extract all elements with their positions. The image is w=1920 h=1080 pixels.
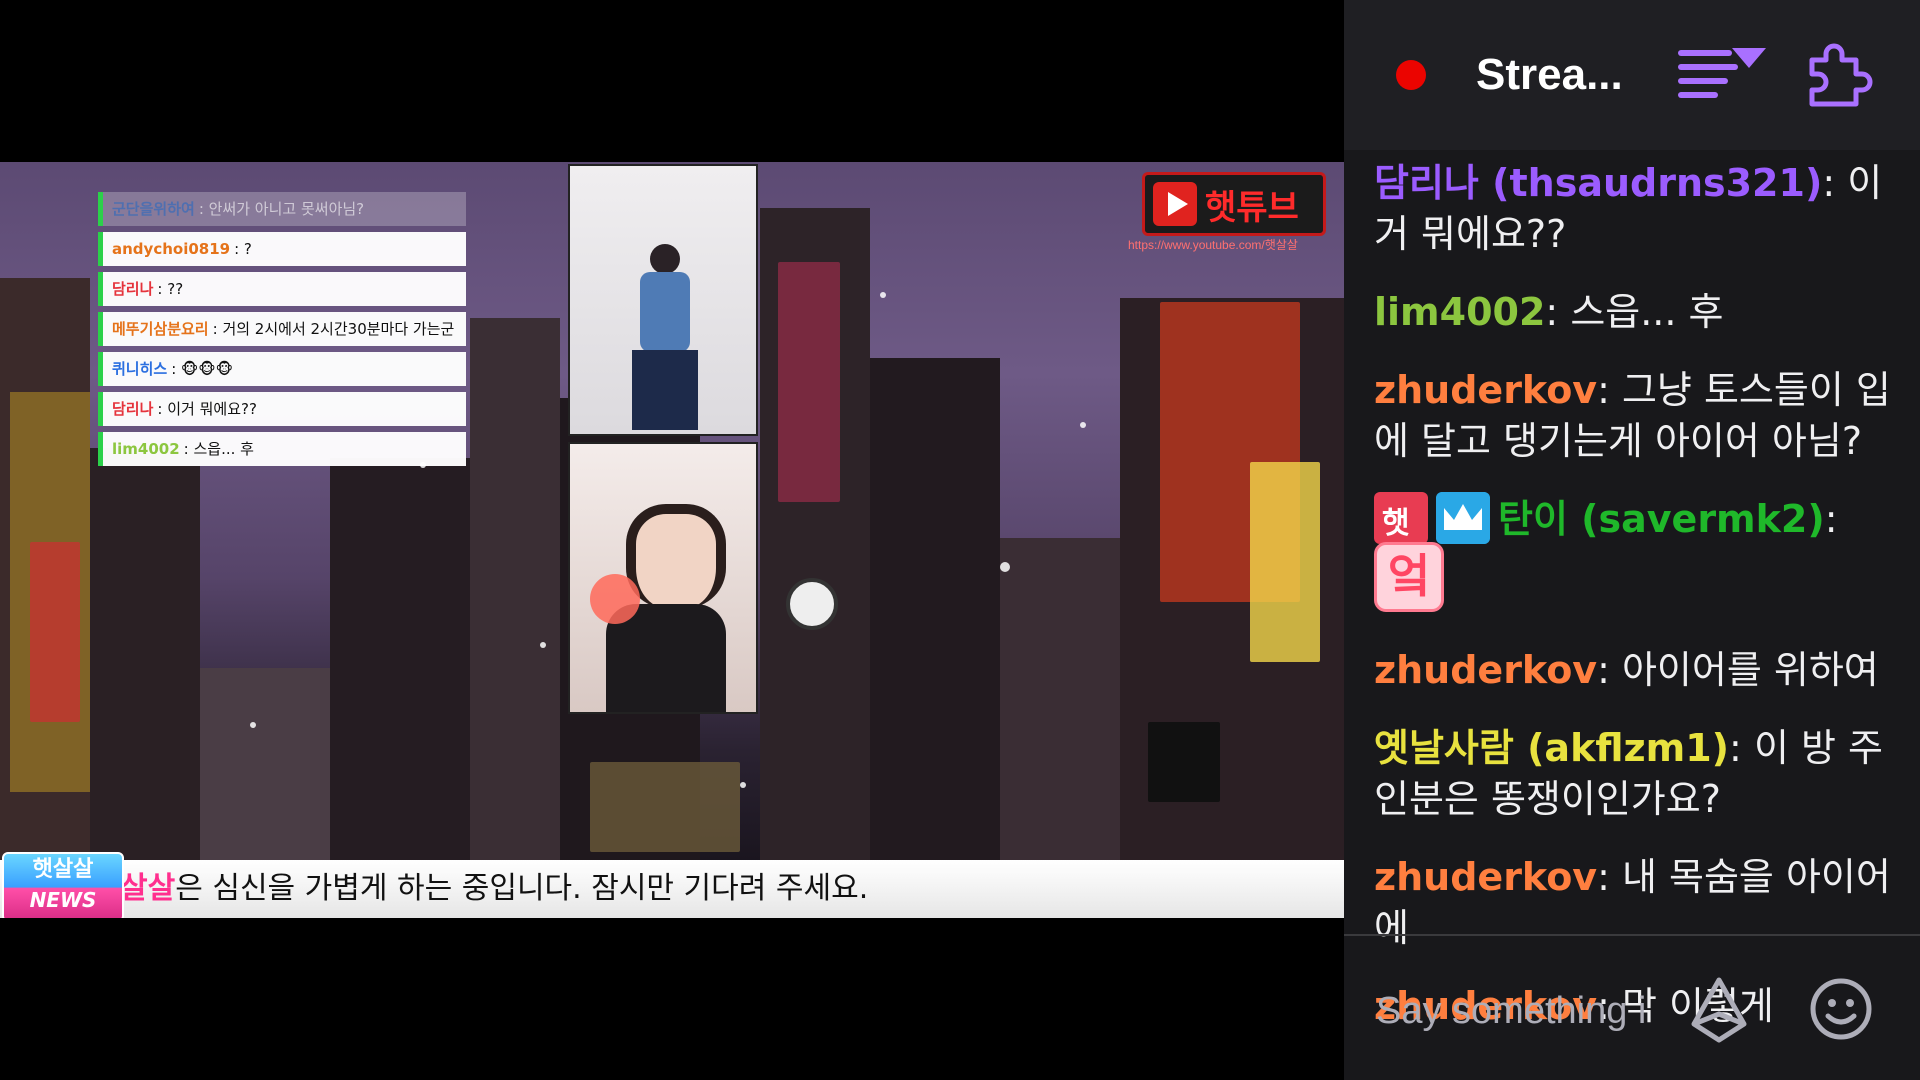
- chat-messages: 담리나 (thsaudrns321): 이거 뭐에요?? lim4002: 스읍…: [1374, 158, 1894, 1059]
- billboard: [30, 542, 80, 722]
- webcam-face-panel: [568, 442, 758, 714]
- ticker-text: 살살은 심신을 가볍게 하는 중입니다. 잠시만 기다려 주세요.: [120, 871, 869, 906]
- overlay-chat-row: 담리나: 이거 뭐에요??: [98, 392, 466, 426]
- chat-message: 탄이 (savermk2): 엌: [1374, 491, 1894, 618]
- live-dot-icon: [1396, 60, 1426, 90]
- chat-message: zhuderkov: 내 목숨을 아이어에: [1374, 854, 1891, 950]
- flower-effect: [590, 574, 640, 624]
- emote-icon[interactable]: 엌: [1374, 541, 1444, 612]
- overlay-chat-row: 담리나: ??: [98, 272, 466, 306]
- hattube-logo: 햇튜브: [1142, 172, 1326, 236]
- clock: [786, 578, 838, 630]
- crown-badge-icon[interactable]: [1436, 491, 1490, 544]
- webcam-dance-panel: [568, 164, 758, 436]
- extensions-puzzle-icon[interactable]: [1802, 40, 1874, 112]
- overlay-chat-row: andychoi0819: ?: [98, 232, 466, 266]
- snowflake: [250, 722, 256, 728]
- snowflake: [880, 292, 886, 298]
- stream-title[interactable]: Strea...: [1476, 50, 1623, 100]
- building: [470, 318, 560, 918]
- overlay-chat-row: lim4002: 스읍... 후: [98, 432, 466, 466]
- snowflake: [1080, 422, 1086, 428]
- snowflake: [540, 642, 546, 648]
- chat-message: lim4002: 스읍... 후: [1374, 290, 1724, 334]
- building: [330, 458, 470, 918]
- chat-message: 담리나 (thsaudrns321): 이거 뭐에요??: [1374, 161, 1883, 256]
- hat-subscriber-badge-icon[interactable]: [1374, 491, 1428, 549]
- snowflake: [740, 782, 746, 788]
- logo-url: https://www.youtube.com/햇살살: [1128, 238, 1298, 252]
- person-face: [626, 504, 726, 608]
- building: [870, 358, 1000, 918]
- play-logo-icon: [1153, 182, 1197, 226]
- chat-divider: [1344, 934, 1920, 936]
- chat-message: 옛날사람 (akflzm1): 이 방 주인분은 똥쟁이인가요?: [1374, 725, 1883, 821]
- chat-panel: Strea... 담리나 (thsaudrns321): 이거 뭐에요?? li…: [1344, 0, 1920, 1080]
- building: [90, 448, 200, 918]
- stream-overlay-chat: 군단을위하여: 안써가 아니고 못써아님? andychoi0819: ? 담리…: [98, 192, 466, 472]
- overlay-chat-row: 퀴니히스: 🐵🐵🐵: [98, 352, 466, 386]
- person-body: [640, 272, 690, 352]
- chat-message: zhuderkov: 아이어를 위하여: [1374, 647, 1879, 692]
- billboard: [778, 262, 840, 502]
- chat-sort-icon[interactable]: [1674, 44, 1778, 104]
- chat-input[interactable]: [1374, 978, 1718, 1044]
- billboard: [590, 762, 740, 852]
- overlay-chat-row: 군단을위하여: 안써가 아니고 못써아님?: [98, 192, 466, 226]
- news-badge: 햇살살 NEWS: [2, 852, 124, 918]
- bits-icon[interactable]: [1684, 974, 1754, 1046]
- chat-header: Strea...: [1344, 0, 1920, 150]
- billboard: [1148, 722, 1220, 802]
- emote-smiley-icon[interactable]: [1808, 976, 1874, 1042]
- video-player[interactable]: 군단을위하여: 안써가 아니고 못써아님? andychoi0819: ? 담리…: [0, 0, 1344, 1080]
- stream-video[interactable]: 군단을위하여: 안써가 아니고 못써아님? andychoi0819: ? 담리…: [0, 162, 1344, 918]
- billboard: [1250, 462, 1320, 662]
- person-head: [650, 244, 680, 274]
- person-legs: [632, 350, 698, 430]
- snowflake: [1000, 562, 1010, 572]
- overlay-chat-row: 메뚜기삼분요리: 거의 2시에서 2시간30분마다 가는군: [98, 312, 466, 346]
- chat-message: zhuderkov: 그냥 토스들이 입에 달고 댕기는게 아이어 아님?: [1374, 368, 1891, 463]
